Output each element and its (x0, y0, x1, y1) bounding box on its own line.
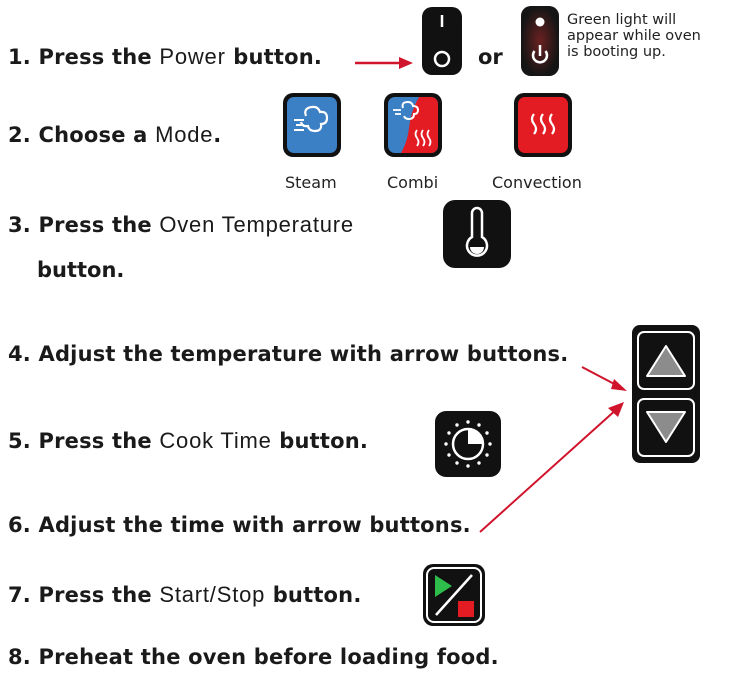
start-stop-keyword: Start/Stop (159, 582, 266, 607)
temperature-pointer-arrow (581, 366, 627, 391)
mode-keyword: Mode (155, 122, 214, 147)
power-off-icon[interactable] (420, 5, 464, 77)
step-7: 7. Press the Start/Stop button. (8, 582, 362, 608)
steam-icon[interactable] (282, 92, 342, 158)
oven-temperature-keyword: Oven Temperature (159, 212, 354, 237)
mode-label-convection: Convection (492, 173, 582, 192)
thermometer-icon[interactable] (442, 199, 512, 269)
note-line-3: is booting up. (567, 44, 666, 60)
step-1-suffix: button. (225, 45, 323, 69)
step-6: 6. Adjust the time with arrow buttons. (8, 513, 471, 537)
power-keyword: Power (159, 44, 226, 69)
step-1-arrow (355, 57, 413, 69)
step-7-prefix: 7. Press the (8, 583, 160, 607)
mode-label-combi: Combi (387, 173, 439, 192)
time-pointer-arrow (479, 402, 624, 533)
step-3: 3. Press the Oven Temperature (8, 212, 354, 238)
or-text: or (478, 45, 503, 69)
step-4: 4. Adjust the temperature with arrow but… (8, 342, 569, 366)
step-1-prefix: 1. Press the (8, 45, 160, 69)
note-line-1: Green light will (567, 12, 677, 28)
cook-time-keyword: Cook Time (159, 428, 272, 453)
step-3-prefix: 3. Press the (8, 213, 160, 237)
mode-label-steam: Steam (285, 173, 337, 192)
step-3-continuation: button. (37, 258, 125, 282)
step-5-suffix: button. (271, 429, 369, 453)
step-5-prefix: 5. Press the (8, 429, 160, 453)
note-line-2: appear while oven (567, 28, 701, 44)
combi-icon[interactable] (383, 92, 443, 158)
booting-note: Green light will appear while oven is bo… (567, 12, 727, 60)
power-on-icon[interactable] (520, 5, 560, 77)
convection-icon[interactable] (513, 92, 573, 158)
step-8: 8. Preheat the oven before loading food. (8, 645, 499, 669)
step-7-suffix: button. (265, 583, 362, 607)
step-5: 5. Press the Cook Time button. (8, 428, 368, 454)
step-2-prefix: 2. Choose a (8, 123, 156, 147)
step-1: 1. Press the Power button. (8, 44, 322, 70)
start-stop-icon[interactable] (422, 563, 486, 627)
step-2: 2. Choose a Mode. (8, 122, 221, 148)
step-2-suffix: . (213, 123, 222, 147)
arrow-buttons-panel (632, 325, 700, 463)
